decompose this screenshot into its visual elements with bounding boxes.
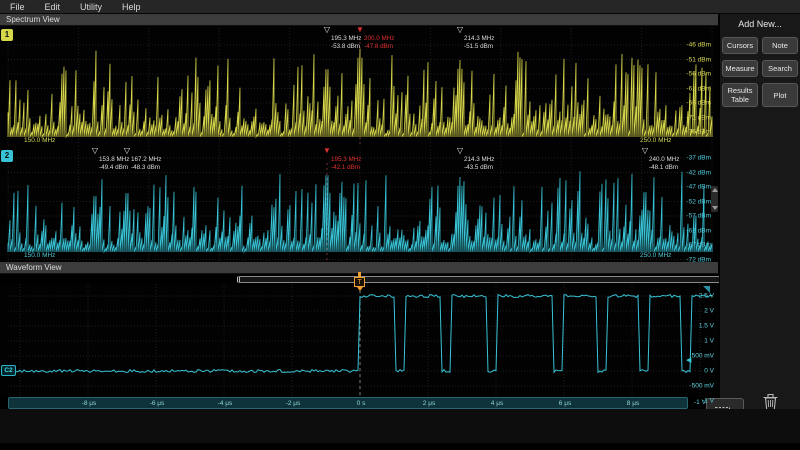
pan-zoom-scrollbar[interactable] xyxy=(237,276,742,283)
scroll-down-icon xyxy=(712,206,718,210)
add-new-panel: Add New... CursorsNoteMeasureSearchResul… xyxy=(719,14,800,409)
spectrum-ch1[interactable]: -46 dBm -51 dBm -56 dBm -61 dBm -66 dBm -71 d… xyxy=(0,26,718,147)
db-scale-label: -71 dBm xyxy=(686,114,711,121)
bottom-settings-bar: Ch 1 100 mV/div 5 dBm/div 1.5 GHz Ch 2 5… xyxy=(0,409,800,443)
marker-amp: -48.3 dBm xyxy=(131,164,161,172)
voltage-scale-label: -1 V xyxy=(702,398,714,405)
waveform-plot[interactable]: ◀ C2 xyxy=(0,284,718,397)
marker-amp: -53.8 dBm xyxy=(331,43,361,51)
add-new-results-table-button[interactable]: Results Table xyxy=(722,83,758,107)
marker-freq: 214.3 MHz xyxy=(464,35,494,43)
db-scale-label: -47 dBm xyxy=(686,184,711,191)
add-new-search-button[interactable]: Search xyxy=(762,60,798,77)
voltage-scale-label: 2 V xyxy=(704,308,714,315)
time-tick-label: -4 μs xyxy=(218,400,233,407)
voltage-scale-label: -500 mV xyxy=(689,383,714,390)
marker-freq: 240.0 MHz xyxy=(649,156,679,164)
db-scale-label: -62 dBm xyxy=(686,227,711,234)
marker-amp: -47.8 dBm xyxy=(364,43,394,51)
peak-marker-icon[interactable]: ▽ xyxy=(457,147,463,155)
peak-marker-icon[interactable]: ▽ xyxy=(324,26,330,34)
menu-item-file[interactable]: File xyxy=(10,2,25,12)
add-new-plot-button[interactable]: Plot xyxy=(762,83,798,107)
reference-marker-icon[interactable]: ▼ xyxy=(323,147,331,155)
voltage-scale-label: 0 V xyxy=(704,368,714,375)
db-scale-label: -42 dBm xyxy=(686,169,711,176)
spectrum-channel-badge-2[interactable]: 2 xyxy=(1,150,13,162)
voltage-scale-label: 500 mV xyxy=(692,353,714,360)
add-new-button-grid: CursorsNoteMeasureSearchResults TablePlo… xyxy=(720,37,800,107)
peak-marker-icon[interactable]: ▽ xyxy=(92,147,98,155)
trigger-level-arrow-icon[interactable]: ◀ xyxy=(686,357,691,364)
spectrum-ch2[interactable]: -37 dBm -42 dBm -47 dBm -52 dBm -57 dBm -62 d… xyxy=(0,147,718,262)
time-tick-label: 8 μs xyxy=(627,400,639,407)
marker-amp: -51.5 dBm xyxy=(464,43,494,51)
db-scale-label: -51 dBm xyxy=(686,56,711,63)
marker-readout: 200.0 MHz-47.8 dBm xyxy=(364,35,394,51)
marker-freq: 214.3 MHz xyxy=(464,156,494,164)
db-scale-label: -61 dBm xyxy=(686,85,711,92)
db-scale-label: -57 dBm xyxy=(686,213,711,220)
db-scale-label: -76 dBm xyxy=(686,129,711,136)
time-tick-label: 2 μs xyxy=(423,400,435,407)
oscilloscope-screen: File Edit Utility Help Spectrum View -46 dB… xyxy=(0,0,800,450)
menu-item-utility[interactable]: Utility xyxy=(80,2,102,12)
db-scale-label: -67 dBm xyxy=(686,242,711,249)
marker-readout: 240.0 MHz-48.1 dBm xyxy=(649,156,679,172)
marker-readout: 214.3 MHz-51.5 dBm xyxy=(464,35,494,51)
trigger-position-flag[interactable]: T xyxy=(354,277,365,287)
voltage-scale-label: 1.5 V xyxy=(699,323,714,330)
marker-freq: 167.2 MHz xyxy=(131,156,161,164)
marker-freq: 195.3 MHz xyxy=(331,156,361,164)
time-tick-label: 4 μs xyxy=(491,400,503,407)
marker-amp: -43.5 dBm xyxy=(464,164,494,172)
start-freq-label: 150.0 MHz xyxy=(24,137,55,144)
time-tick-label: 0 s xyxy=(357,400,366,407)
menu-item-help[interactable]: Help xyxy=(122,2,141,12)
db-scale-label: -37 dBm xyxy=(686,155,711,162)
peak-marker-icon[interactable]: ▽ xyxy=(457,26,463,34)
time-tick-label: -6 μs xyxy=(150,400,165,407)
spectrum-scroll-handle[interactable] xyxy=(711,186,718,212)
marker-readout: 195.3 MHz-42.1 dBm xyxy=(331,156,361,172)
start-freq-label: 150.0 MHz xyxy=(24,252,55,259)
marker-freq: 195.3 MHz xyxy=(331,35,361,43)
marker-freq: 153.8 MHz xyxy=(99,156,129,164)
marker-freq: 200.0 MHz xyxy=(364,35,394,43)
voltage-scale-label: 1 V xyxy=(704,338,714,345)
peak-marker-icon[interactable]: ▽ xyxy=(124,147,130,155)
add-new-note-button[interactable]: Note xyxy=(762,37,798,54)
time-axis: -8 μs -6 μs -4 μs -2 μs 0 s 2 μs 4 μs 6 μs 8 μs xyxy=(8,397,688,409)
trigger-flag-pointer-icon xyxy=(357,287,363,291)
db-scale-label: -52 dBm xyxy=(686,198,711,205)
time-tick-label: -2 μs xyxy=(286,400,301,407)
marker-readout: 195.3 MHz-53.8 dBm xyxy=(331,35,361,51)
marker-readout: 214.3 MHz-43.5 dBm xyxy=(464,156,494,172)
reference-marker-icon[interactable]: ▼ xyxy=(356,26,364,34)
time-tick-label: 6 μs xyxy=(559,400,571,407)
db-scale-label: -66 dBm xyxy=(686,100,711,107)
menu-bar: File Edit Utility Help xyxy=(0,0,800,14)
marker-readout: 167.2 MHz-48.3 dBm xyxy=(131,156,161,172)
db-scale-label: -46 dBm xyxy=(686,42,711,49)
time-tick-label: -8 μs xyxy=(82,400,97,407)
spectrum-view-header: Spectrum View xyxy=(0,14,718,26)
marker-amp: -42.1 dBm xyxy=(331,164,361,172)
add-new-cursors-button[interactable]: Cursors xyxy=(722,37,758,54)
marker-amp: -49.4 dBm xyxy=(99,164,129,172)
stop-freq-label: 250.0 MHz xyxy=(640,137,671,144)
spectrum-channel-badge-1[interactable]: 1 xyxy=(1,29,13,41)
marker-amp: -48.1 dBm xyxy=(649,164,679,172)
voltage-scale-label: 2.5 V xyxy=(699,293,714,300)
waveform-channel-badge[interactable]: C2 xyxy=(1,365,16,376)
stop-freq-label: 250.0 MHz xyxy=(640,252,671,259)
peak-marker-icon[interactable]: ▽ xyxy=(642,147,648,155)
add-new-measure-button[interactable]: Measure xyxy=(722,60,758,77)
add-new-title: Add New... xyxy=(720,19,800,29)
marker-readout: 153.8 MHz-49.4 dBm xyxy=(99,156,129,172)
menu-item-edit[interactable]: Edit xyxy=(45,2,61,12)
db-scale-label: -56 dBm xyxy=(686,71,711,78)
scroll-up-icon xyxy=(712,188,718,192)
